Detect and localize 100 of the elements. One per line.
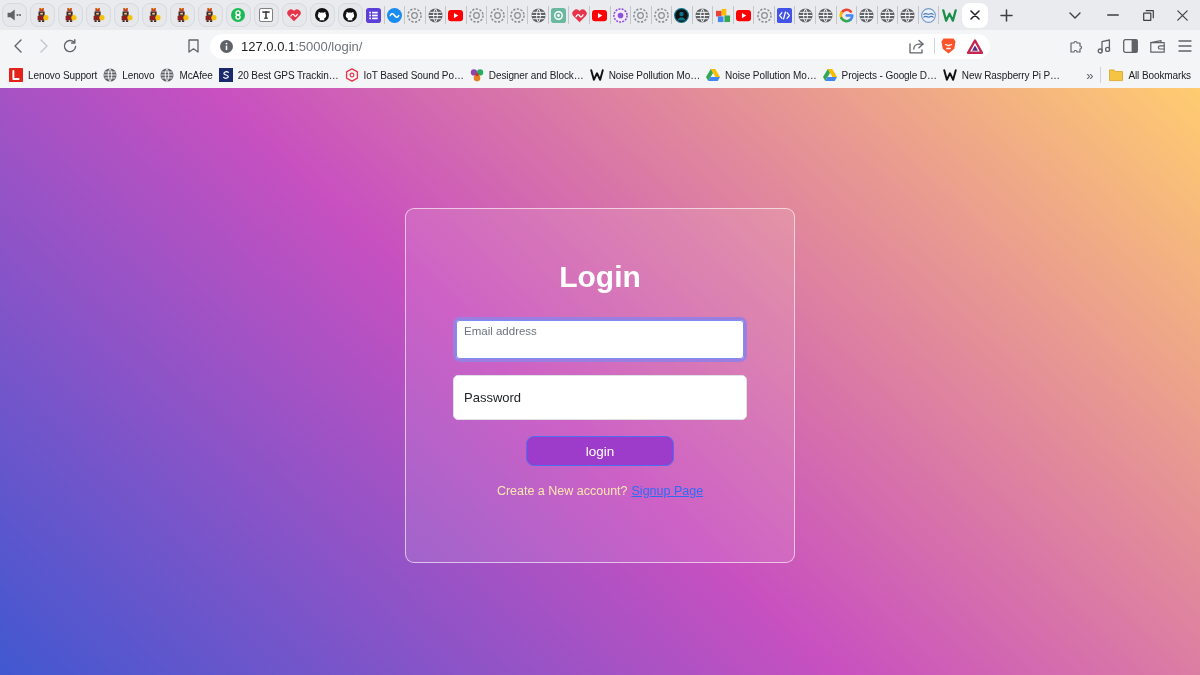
dotted-ring-icon bbox=[407, 7, 423, 23]
login-title: Login bbox=[559, 259, 641, 295]
figure-icon bbox=[175, 8, 189, 22]
bookmark-link[interactable]: McAfee bbox=[157, 64, 216, 86]
tab[interactable] bbox=[29, 3, 55, 27]
triangle-logo-icon bbox=[706, 68, 721, 82]
share-icon[interactable] bbox=[909, 38, 925, 54]
tab[interactable] bbox=[113, 3, 139, 27]
tab[interactable] bbox=[85, 3, 111, 27]
globe-icon bbox=[530, 7, 546, 23]
figure-icon bbox=[63, 8, 77, 22]
close-icon[interactable] bbox=[969, 10, 980, 20]
plus-icon[interactable] bbox=[999, 8, 1013, 22]
shield-logo-icon[interactable] bbox=[941, 38, 956, 54]
dotted-ring-icon bbox=[510, 7, 526, 23]
close-icon[interactable] bbox=[1177, 9, 1188, 21]
figure-icon bbox=[91, 8, 105, 22]
dotted-ring-icon bbox=[469, 7, 484, 23]
play-icon bbox=[592, 7, 608, 23]
globe-icon bbox=[103, 68, 118, 82]
globe-icon bbox=[900, 7, 916, 23]
input-field[interactable]: Email address bbox=[453, 317, 747, 362]
more-bookmarks-chevron[interactable]: » bbox=[1083, 67, 1097, 83]
globe-icon bbox=[797, 7, 813, 23]
figure-icon bbox=[203, 8, 217, 22]
folder-icon bbox=[1109, 68, 1124, 82]
globe-icon bbox=[859, 7, 875, 23]
tab[interactable] bbox=[197, 3, 223, 27]
dotted-ring-icon bbox=[489, 7, 505, 23]
signup-prompt: Create a New account? bbox=[496, 483, 628, 499]
all-bookmarks-link[interactable]: All Bookmarks bbox=[1106, 64, 1194, 86]
g-logo-icon bbox=[838, 7, 854, 23]
square-logo-icon bbox=[551, 7, 567, 23]
login-button[interactable]: login bbox=[526, 436, 674, 466]
bookmark-link[interactable]: Lenovo bbox=[100, 64, 158, 86]
dotted-ring-icon bbox=[756, 7, 772, 23]
person-icon bbox=[674, 7, 690, 23]
tab[interactable] bbox=[671, 6, 692, 24]
globe-icon bbox=[695, 7, 710, 23]
cat-logo-icon bbox=[315, 8, 329, 22]
w-logo-icon bbox=[941, 7, 957, 23]
bookmark-link[interactable]: Lenovo Support bbox=[6, 64, 101, 86]
play-icon bbox=[736, 7, 752, 23]
wallet-icon[interactable] bbox=[1150, 39, 1165, 53]
flower-icon bbox=[469, 68, 484, 82]
figure-icon bbox=[119, 8, 133, 22]
l-logo-icon bbox=[9, 68, 23, 82]
url-text: 127.0.0.1:5000/login/ bbox=[241, 38, 363, 54]
blocks-icon bbox=[715, 7, 731, 23]
list-icon bbox=[366, 7, 382, 23]
wave-icon bbox=[921, 7, 937, 23]
bookmark-link[interactable]: Noise Pollution Mo… bbox=[586, 64, 704, 86]
globe-icon bbox=[879, 7, 895, 23]
tab[interactable] bbox=[961, 2, 988, 28]
tab[interactable] bbox=[337, 3, 363, 27]
triangle-logo-icon bbox=[822, 68, 837, 82]
circle-logo-icon bbox=[386, 7, 402, 23]
circle-logo-icon bbox=[231, 8, 245, 22]
dotted-ring-icon bbox=[633, 7, 649, 23]
play-icon bbox=[448, 7, 464, 23]
tab[interactable] bbox=[364, 6, 384, 24]
speaker-icon bbox=[7, 8, 21, 22]
w-logo-icon bbox=[942, 68, 957, 82]
tab[interactable] bbox=[309, 3, 335, 27]
triangle-logo-icon[interactable] bbox=[967, 38, 983, 54]
heart-icon bbox=[571, 7, 587, 23]
hexagon-icon bbox=[344, 68, 359, 82]
code-icon bbox=[777, 7, 793, 23]
puzzle-icon[interactable] bbox=[1069, 39, 1084, 53]
tab[interactable] bbox=[57, 3, 83, 27]
sidebar-icon[interactable] bbox=[1123, 39, 1138, 53]
info-icon[interactable] bbox=[220, 39, 233, 53]
bookmark-link[interactable]: Projects - Google D… bbox=[819, 64, 940, 86]
tab[interactable] bbox=[169, 3, 195, 27]
dotted-ring-icon bbox=[653, 7, 669, 23]
music-note-icon[interactable] bbox=[1096, 38, 1111, 54]
cat-logo-icon bbox=[343, 8, 357, 22]
t-logo-icon bbox=[259, 8, 273, 22]
figure-icon bbox=[147, 8, 161, 22]
chevron-down-icon[interactable] bbox=[1069, 11, 1081, 19]
s-logo-icon bbox=[218, 68, 233, 82]
bookmark-link[interactable]: Designer and Block… bbox=[466, 64, 587, 86]
globe-icon bbox=[818, 7, 834, 23]
restore-icon[interactable] bbox=[1142, 9, 1154, 21]
bookmark-icon[interactable] bbox=[187, 39, 199, 53]
bookmark-link[interactable]: New Raspberry Pi P… bbox=[939, 64, 1063, 86]
address-bar[interactable]: 127.0.0.1:5000/login/ bbox=[210, 33, 990, 59]
back-icon[interactable] bbox=[14, 39, 22, 53]
bookmark-link[interactable]: 20 Best GPS Trackin… bbox=[215, 64, 342, 86]
globe-icon bbox=[427, 7, 443, 23]
bookmark-link[interactable]: IoT Based Sound Po… bbox=[341, 64, 467, 86]
globe-icon bbox=[160, 68, 175, 82]
tab[interactable] bbox=[141, 3, 167, 27]
w-logo-icon bbox=[589, 68, 604, 82]
menu-icon[interactable] bbox=[1177, 40, 1192, 52]
reload-icon[interactable] bbox=[63, 39, 77, 53]
figure-icon bbox=[35, 8, 49, 22]
heart-icon bbox=[287, 8, 301, 22]
bookmark-link[interactable]: Noise Pollution Mo… bbox=[703, 64, 820, 86]
dotted-circle-icon bbox=[612, 7, 628, 23]
